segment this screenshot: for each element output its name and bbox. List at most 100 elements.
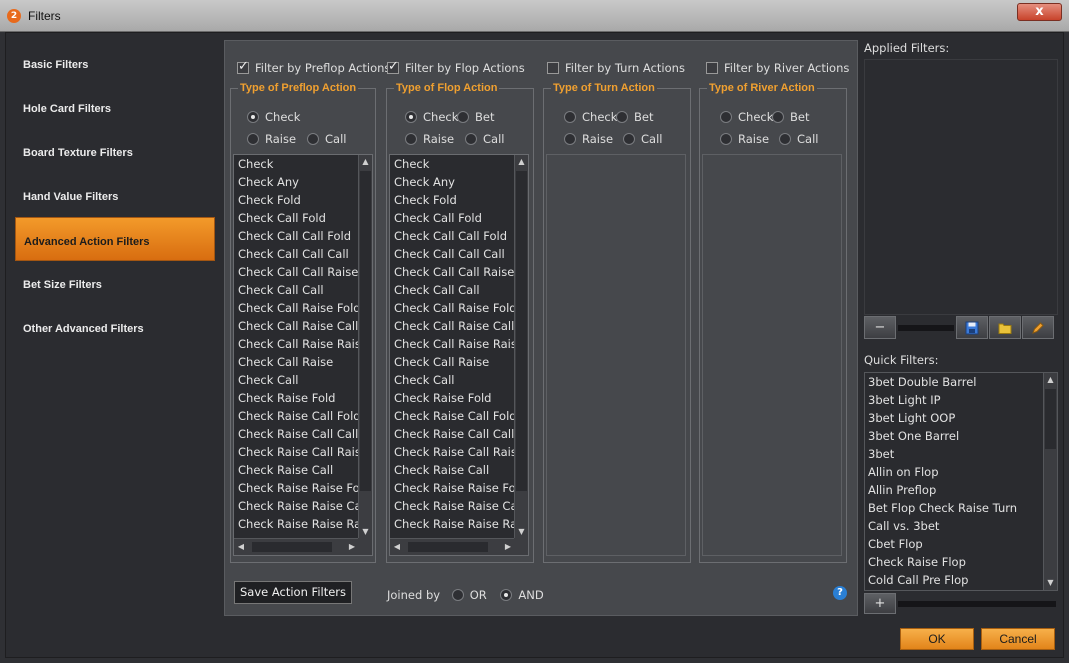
- list-item[interactable]: 3bet One Barrel: [865, 427, 1043, 445]
- list-item[interactable]: Cold Call Pre Flop: [865, 571, 1043, 589]
- scroll-up-icon[interactable]: ▲: [515, 155, 528, 169]
- list-item[interactable]: Check Raise Fold: [234, 389, 359, 407]
- list-item[interactable]: Check Fold: [234, 191, 359, 209]
- nav-board-texture-filters[interactable]: Board Texture Filters: [15, 129, 215, 173]
- turn-check-radio[interactable]: Check: [564, 110, 617, 124]
- list-item[interactable]: Check Call Raise Fold: [390, 299, 515, 317]
- list-item[interactable]: Check Call Call Raise: [390, 263, 515, 281]
- filter-river-checkbox[interactable]: Filter by River Actions: [706, 61, 849, 75]
- nav-advanced-action-filters[interactable]: Advanced Action Filters: [15, 217, 215, 261]
- horizontal-scrollbar[interactable]: ◀ ▶: [390, 538, 515, 555]
- list-item[interactable]: Call vs. 3bet: [865, 517, 1043, 535]
- list-item[interactable]: Check Call Call Call: [234, 245, 359, 263]
- list-item[interactable]: Check Raise Fold: [390, 389, 515, 407]
- list-item[interactable]: 3bet Light OOP: [865, 409, 1043, 427]
- list-item[interactable]: Allin Preflop: [865, 481, 1043, 499]
- joined-and-radio[interactable]: AND: [500, 588, 544, 602]
- river-bet-radio[interactable]: Bet: [772, 110, 809, 124]
- turn-action-list[interactable]: [546, 154, 686, 556]
- flop-action-list[interactable]: Check Check Any Check Fold Check Call Fold C…: [389, 154, 529, 556]
- vertical-scrollbar[interactable]: ▲ ▼: [1043, 373, 1057, 590]
- save-action-filters-button[interactable]: Save Action Filters: [234, 581, 352, 604]
- list-item[interactable]: Check Call Raise Raise: [234, 335, 359, 353]
- list-item[interactable]: Bet Flop Check Raise Turn: [865, 499, 1043, 517]
- list-item[interactable]: Check Call Fold: [390, 209, 515, 227]
- filter-flop-checkbox[interactable]: Filter by Flop Actions: [387, 59, 525, 75]
- vertical-scrollbar[interactable]: ▲ ▼: [358, 155, 372, 539]
- list-item[interactable]: Check Raise Call: [390, 461, 515, 479]
- list-item[interactable]: Check Raise Raise Call: [390, 497, 515, 515]
- list-item[interactable]: Check Call Call Call: [390, 245, 515, 263]
- list-item[interactable]: Check Raise Call Call: [390, 425, 515, 443]
- scroll-thumb[interactable]: [408, 542, 488, 552]
- flop-call-radio[interactable]: Call: [465, 132, 504, 146]
- list-item[interactable]: Check Call Call Fold: [234, 227, 359, 245]
- list-item[interactable]: Check Raise Call Fold: [234, 407, 359, 425]
- flop-bet-radio[interactable]: Bet: [457, 110, 494, 124]
- filter-preflop-checkbox[interactable]: Filter by Preflop Actions: [237, 59, 390, 75]
- edit-filter-button[interactable]: [1022, 316, 1054, 339]
- list-item[interactable]: Check Raise Call Fold: [390, 407, 515, 425]
- list-item[interactable]: Check Raise Call Raise: [390, 443, 515, 461]
- nav-basic-filters[interactable]: Basic Filters: [15, 41, 215, 85]
- scroll-right-icon[interactable]: ▶: [501, 539, 515, 555]
- list-item[interactable]: Check Raise Raise Raise: [234, 515, 359, 533]
- scroll-right-icon[interactable]: ▶: [345, 539, 359, 555]
- list-item[interactable]: Check Raise Raise Raise: [390, 515, 515, 533]
- list-item[interactable]: Check Raise Call Raise: [234, 443, 359, 461]
- list-item[interactable]: Check Raise Flop: [865, 553, 1043, 571]
- nav-hand-value-filters[interactable]: Hand Value Filters: [15, 173, 215, 217]
- filter-turn-checkbox[interactable]: Filter by Turn Actions: [547, 61, 685, 75]
- list-item[interactable]: Check Call: [390, 371, 515, 389]
- list-item[interactable]: Check Call: [234, 371, 359, 389]
- ok-button[interactable]: OK: [900, 628, 974, 650]
- list-item[interactable]: Check Call Call: [234, 281, 359, 299]
- river-check-radio[interactable]: Check: [720, 110, 773, 124]
- list-item[interactable]: Cbet Flop: [865, 535, 1043, 553]
- list-item[interactable]: Check Call Fold: [234, 209, 359, 227]
- list-item[interactable]: Check Any: [390, 173, 515, 191]
- scroll-down-icon[interactable]: ▼: [359, 525, 372, 539]
- scroll-down-icon[interactable]: ▼: [1044, 576, 1057, 590]
- list-item[interactable]: Check Call Call: [390, 281, 515, 299]
- list-item[interactable]: Check Fold: [390, 191, 515, 209]
- preflop-call-radio[interactable]: Call: [307, 132, 346, 146]
- remove-filter-button[interactable]: −: [864, 316, 896, 339]
- list-item[interactable]: Check Call Raise Raise: [390, 335, 515, 353]
- nav-bet-size-filters[interactable]: Bet Size Filters: [15, 261, 215, 305]
- river-call-radio[interactable]: Call: [779, 132, 818, 146]
- list-item[interactable]: Check Call Raise Call: [390, 317, 515, 335]
- preflop-raise-radio[interactable]: Raise: [247, 132, 296, 146]
- add-quick-filter-button[interactable]: +: [864, 593, 896, 614]
- scroll-left-icon[interactable]: ◀: [234, 539, 248, 555]
- help-icon[interactable]: ?: [833, 586, 847, 600]
- river-action-list[interactable]: [702, 154, 842, 556]
- list-item[interactable]: Check: [234, 155, 359, 173]
- nav-hole-card-filters[interactable]: Hole Card Filters: [15, 85, 215, 129]
- river-raise-radio[interactable]: Raise: [720, 132, 769, 146]
- joined-or-radio[interactable]: OR: [451, 588, 487, 602]
- applied-filters-list[interactable]: [864, 59, 1058, 315]
- list-item[interactable]: 3bet Light IP: [865, 391, 1043, 409]
- list-item[interactable]: Allin on Flop: [865, 463, 1043, 481]
- list-item[interactable]: Check Raise Call Call: [234, 425, 359, 443]
- turn-raise-radio[interactable]: Raise: [564, 132, 613, 146]
- list-item[interactable]: Check Any: [234, 173, 359, 191]
- quick-filters-list[interactable]: 3bet Double Barrel 3bet Light IP 3bet Ligh…: [864, 372, 1058, 591]
- list-item[interactable]: 3bet Double Barrel: [865, 373, 1043, 391]
- turn-call-radio[interactable]: Call: [623, 132, 662, 146]
- vertical-scrollbar[interactable]: ▲ ▼: [514, 155, 528, 539]
- scroll-up-icon[interactable]: ▲: [1044, 373, 1057, 387]
- scroll-down-icon[interactable]: ▼: [515, 525, 528, 539]
- save-filter-button[interactable]: [956, 316, 988, 339]
- preflop-check-radio[interactable]: Check: [247, 110, 300, 124]
- list-item[interactable]: Check Raise Raise Fold: [234, 479, 359, 497]
- scroll-thumb[interactable]: [252, 542, 332, 552]
- flop-raise-radio[interactable]: Raise: [405, 132, 454, 146]
- list-item[interactable]: Check Call Raise: [390, 353, 515, 371]
- close-button[interactable]: x: [1017, 3, 1062, 21]
- list-item[interactable]: Check Raise Raise Call: [234, 497, 359, 515]
- load-filter-button[interactable]: [989, 316, 1021, 339]
- scroll-thumb[interactable]: [1045, 389, 1056, 449]
- list-item[interactable]: 3bet: [865, 445, 1043, 463]
